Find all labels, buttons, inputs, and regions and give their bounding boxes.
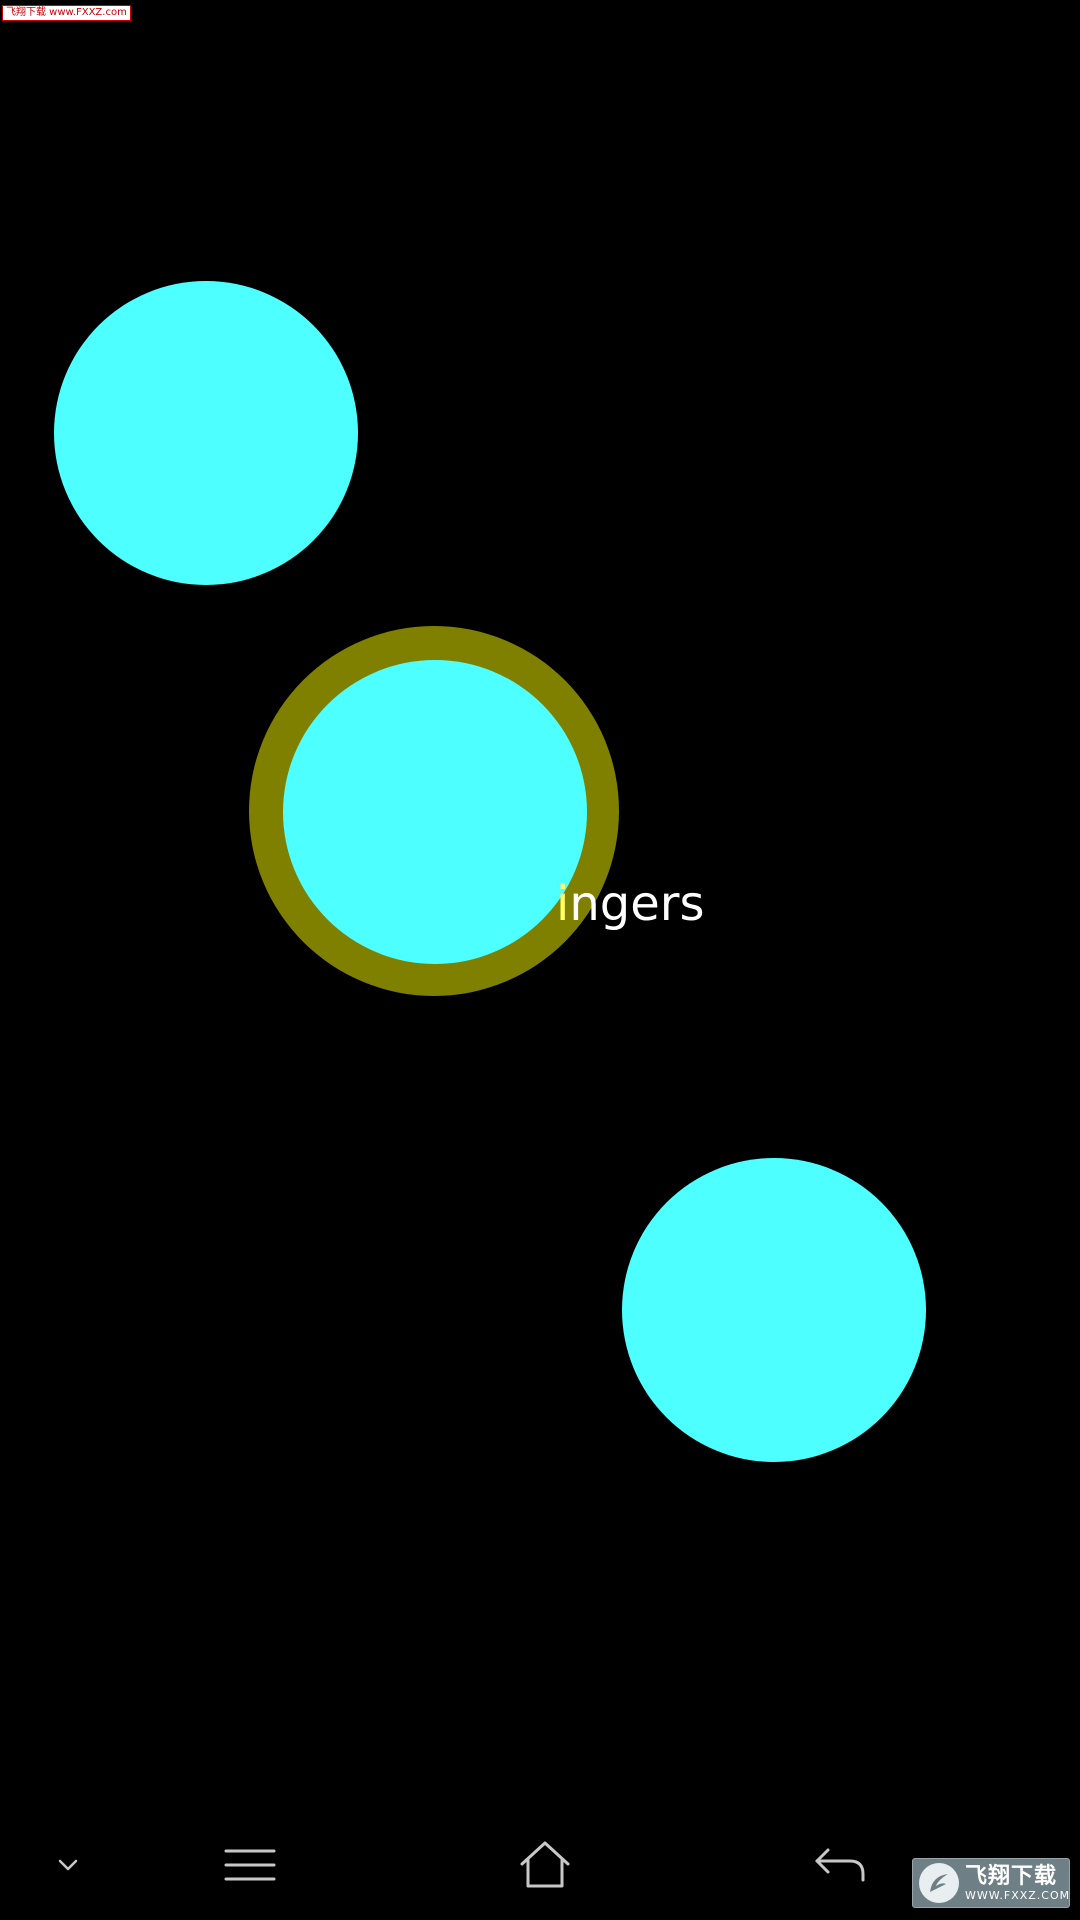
back-button[interactable] <box>785 1810 895 1920</box>
watermark-logo: 飞翔下载 WWW.FXXZ.COM <box>912 1858 1070 1908</box>
fingers-prompt: ingers <box>556 872 705 936</box>
prompt-text: ngers <box>569 876 705 932</box>
finger-chooser-screen[interactable]: 飞翔下载 www.FXXZ.com ingers 飞翔下载 WWW.FXXZ.C… <box>0 0 1080 1920</box>
fxxz-logo-icon <box>919 1863 959 1903</box>
touch-circle <box>283 660 587 964</box>
home-icon <box>520 1841 570 1888</box>
watermark-logo-name: 飞翔下载 <box>965 1863 1058 1889</box>
prompt-highlight: i <box>556 876 570 932</box>
touch-circle <box>54 281 358 585</box>
menu-icon <box>224 1849 276 1881</box>
menu-button[interactable] <box>195 1810 305 1920</box>
chevron-down-icon <box>58 1859 77 1871</box>
back-icon <box>815 1848 865 1882</box>
touch-circle <box>622 1158 926 1462</box>
home-button[interactable] <box>490 1810 600 1920</box>
watermark-top: 飞翔下载 www.FXXZ.com <box>2 5 131 21</box>
collapse-nav-button[interactable] <box>20 1810 115 1920</box>
watermark-logo-url: WWW.FXXZ.COM <box>965 1888 1071 1902</box>
